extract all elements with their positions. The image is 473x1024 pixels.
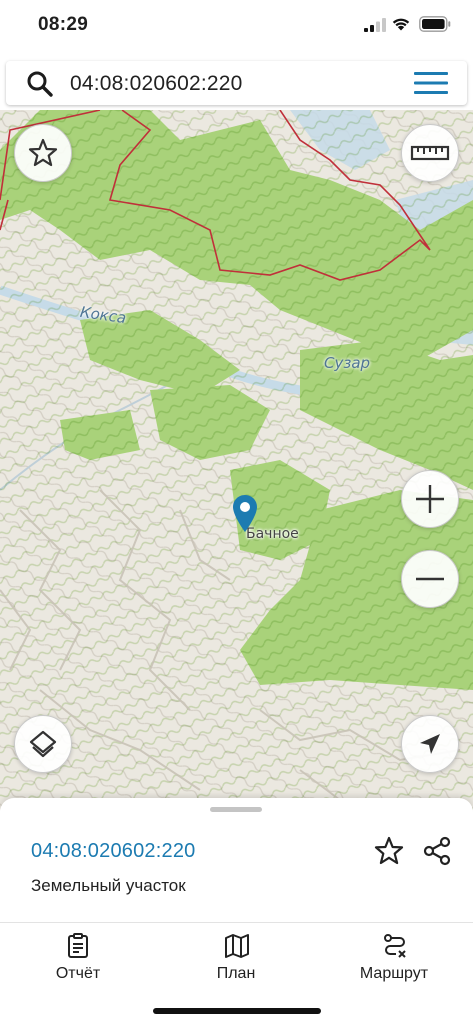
tab-report[interactable]: Отчёт [18,925,138,995]
tab-route-label: Маршрут [359,965,429,982]
star-icon [28,138,58,167]
wifi-icon [392,18,410,31]
map-plan-icon [225,934,249,958]
ruler-button[interactable] [401,124,459,182]
map-label-village-north: Сузар [324,354,371,372]
minus-icon [416,577,444,581]
map-view[interactable]: Кокса Сузар Бачное [0,110,473,810]
sheet-grabber[interactable] [210,807,262,812]
favorite-map-button[interactable] [14,124,72,182]
tab-route[interactable]: Маршрут [334,925,454,995]
cellular-signal-icon [364,18,386,32]
sheet-divider [0,922,473,923]
tab-plan[interactable]: План [176,925,296,995]
plus-icon [416,485,444,513]
zoom-in-button[interactable] [401,470,459,528]
search-icon[interactable] [26,70,54,98]
search-bar[interactable]: 04:08:020602:220 [6,61,467,105]
navigation-arrow-icon [420,734,440,754]
hamburger-menu-icon[interactable] [414,70,448,96]
map-canvas[interactable] [0,110,473,810]
layers-icon [29,730,57,758]
status-bar: 08:29 [0,0,473,52]
tab-plan-label: План [216,965,256,982]
share-icon[interactable] [420,834,454,868]
route-icon [384,934,406,958]
tab-report-label: Отчёт [55,965,101,982]
search-input[interactable]: 04:08:020602:220 [70,72,243,96]
parcel-type: Земельный участок [31,876,186,895]
action-tab-bar: Отчёт План Маршрут [0,925,473,995]
favorite-star-icon[interactable] [372,834,406,868]
clipboard-report-icon [68,933,88,958]
home-indicator[interactable] [153,1008,321,1014]
parcel-id: 04:08:020602:220 [31,840,196,862]
map-pin-icon[interactable] [232,494,258,534]
zoom-out-button[interactable] [401,550,459,608]
status-time: 08:29 [38,14,89,35]
ruler-icon [410,145,450,161]
my-location-button[interactable] [401,715,459,773]
layers-button[interactable] [14,715,72,773]
battery-icon [419,16,451,32]
